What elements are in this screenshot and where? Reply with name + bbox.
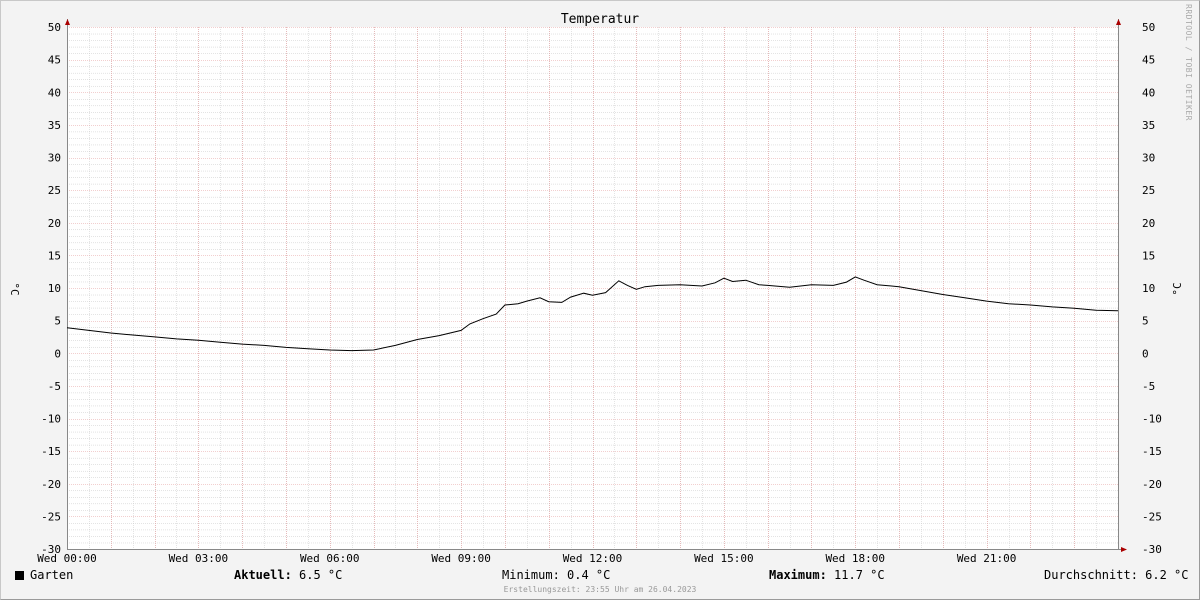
- legend-maximum: Maximum: 11.7 °C: [769, 568, 885, 584]
- y-tick-label-right: 50: [1142, 21, 1155, 34]
- y-tick-label-right: 25: [1142, 184, 1155, 197]
- y-tick-label-right: 40: [1142, 86, 1155, 99]
- y-tick-label-left: -15: [41, 445, 61, 458]
- footer-timestamp: Erstellungszeit: 23:55 Uhr am 26.04.2023: [503, 585, 697, 594]
- y-tick-label-left: -10: [41, 413, 61, 426]
- right-axis-arrow: [1116, 19, 1121, 25]
- y-tick-label-left: 35: [48, 119, 61, 132]
- y-tick-label-right: -20: [1142, 478, 1162, 491]
- legend-current: Aktuell: 6.5 °C: [234, 568, 342, 584]
- y-tick-label-right: 10: [1142, 282, 1155, 295]
- y-tick-label-left: 0: [54, 347, 61, 360]
- legend-avg-value: 6.2 °C: [1145, 568, 1189, 582]
- y-tick-label-left: 40: [48, 86, 61, 99]
- y-tick-label-left: -25: [41, 510, 61, 523]
- y-tick-label-right: 20: [1142, 217, 1155, 230]
- y-tick-label-right: -15: [1142, 445, 1162, 458]
- x-tick-label: Wed 03:00: [169, 552, 229, 565]
- y-tick-label-left: 30: [48, 152, 61, 165]
- y-tick-label-left: -20: [41, 478, 61, 491]
- y-tick-label-left: 10: [48, 282, 61, 295]
- legend-avg-label: Durchschnitt:: [1044, 568, 1138, 582]
- legend-average: Durchschnitt: 6.2 °C: [1044, 568, 1189, 584]
- watermark: RRDTOOL / TOBI OETIKER: [1184, 4, 1193, 121]
- y-tick-label-right: 5: [1142, 315, 1149, 328]
- legend-current-label: Aktuell:: [234, 568, 292, 582]
- bottom-axis-arrow: [1121, 547, 1127, 552]
- x-tick-label: Wed 12:00: [563, 552, 623, 565]
- y-tick-label-left: -5: [48, 380, 61, 393]
- temperature-chart: -30-25-20-15-10-505101520253035404550 -3…: [8, 12, 1184, 565]
- y-tick-label-right: -5: [1142, 380, 1155, 393]
- y-tick-label-left: 25: [48, 184, 61, 197]
- x-tick-labels: Wed 00:00 Wed 03:00 Wed 06:00 Wed 09:00 Wed …: [37, 552, 1016, 565]
- legend-minimum: Minimum: 0.4 °C: [502, 568, 610, 584]
- y-tick-label-left: 20: [48, 217, 61, 230]
- y-tick-labels-right: -30 -25 -20 -15 -10 -5 0 5 10 15 20 25 30 35 40 45 50: [1142, 21, 1162, 556]
- y-tick-label-right: 35: [1142, 119, 1155, 132]
- legend-swatch: [15, 571, 24, 580]
- x-tick-label: Wed 18:00: [825, 552, 885, 565]
- legend-max-label: Maximum:: [769, 568, 827, 582]
- x-tick-label: Wed 06:00: [300, 552, 360, 565]
- x-tick-label: Wed 00:00: [37, 552, 97, 565]
- x-tick-label: Wed 21:00: [957, 552, 1017, 565]
- plot-area: [67, 27, 1118, 549]
- legend-current-value: 6.5 °C: [299, 568, 343, 582]
- y-tick-label-right: -30: [1142, 543, 1162, 556]
- y-tick-label-right: -25: [1142, 510, 1162, 523]
- y-tick-label-left: 45: [48, 54, 61, 67]
- legend-max-value: 11.7 °C: [834, 568, 885, 582]
- legend-min-value: 0.4 °C: [567, 568, 611, 582]
- y-tick-label-right: -10: [1142, 413, 1162, 426]
- chart-title: Temperatur: [561, 12, 639, 27]
- y-tick-label-right: 15: [1142, 249, 1155, 262]
- y-tick-label-right: 30: [1142, 152, 1155, 165]
- y-tick-label-right: 45: [1142, 54, 1155, 67]
- y-tick-label-right: 0: [1142, 347, 1149, 360]
- y-tick-labels-left: -30-25-20-15-10-505101520253035404550: [41, 21, 61, 556]
- legend-series: Garten: [15, 568, 73, 584]
- left-axis-arrow: [65, 19, 70, 25]
- y-axis-label-right: °C: [1171, 282, 1184, 295]
- legend-series-name: Garten: [30, 568, 74, 582]
- y-tick-label-left: 5: [54, 315, 61, 328]
- y-axis-label-left: °C: [8, 282, 21, 295]
- x-tick-label: Wed 09:00: [431, 552, 491, 565]
- legend-min-label: Minimum:: [502, 568, 560, 582]
- y-tick-label-left: 50: [48, 21, 61, 34]
- y-tick-label-left: 15: [48, 249, 61, 262]
- x-tick-label: Wed 15:00: [694, 552, 754, 565]
